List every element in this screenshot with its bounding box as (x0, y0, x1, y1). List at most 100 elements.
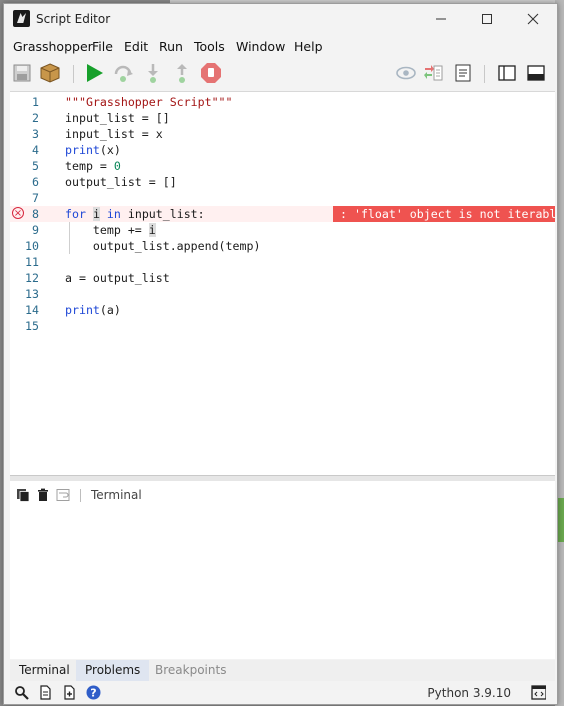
line-number: 3 (32, 127, 39, 141)
menu-grasshopper[interactable]: Grasshopper (13, 39, 93, 54)
search-icon (15, 686, 29, 700)
package-button[interactable] (38, 61, 62, 85)
code-token: output_list = [] (65, 175, 177, 189)
layout-horizontal-button[interactable] (524, 61, 548, 85)
maximize-button[interactable] (465, 8, 509, 30)
document-button[interactable] (38, 685, 53, 700)
terminal-panel: Terminal (10, 481, 555, 659)
minimize-button[interactable] (419, 8, 463, 30)
code-line[interactable]: 9 temp += i (10, 222, 555, 238)
svg-text:?: ? (90, 687, 96, 700)
step-into-button[interactable] (141, 61, 165, 85)
code-token: (a) (99, 303, 121, 317)
layout-vertical-button[interactable] (495, 61, 519, 85)
code-line[interactable]: 13 (10, 286, 555, 302)
line-number: 14 (25, 303, 39, 317)
code-text: print(x) (65, 142, 121, 158)
code-line[interactable]: 5 temp = 0 (10, 158, 555, 174)
package-icon (40, 63, 60, 83)
code-token: i (92, 207, 100, 221)
code-text: print(a) (65, 302, 121, 318)
code-line[interactable]: 1 """Grasshopper Script""" (10, 94, 555, 110)
menu-run[interactable]: Run (159, 39, 183, 54)
stop-button[interactable] (199, 61, 223, 85)
word-wrap-icon (56, 489, 70, 501)
compare-icon (424, 65, 443, 81)
code-token: in (106, 207, 121, 221)
copy-button[interactable] (16, 488, 30, 502)
compare-button[interactable] (422, 61, 446, 85)
indent-guide (69, 222, 70, 254)
code-line[interactable]: 2 input_list = [] (10, 110, 555, 126)
script-editor-window: Script Editor Grasshopper File Edit Run … (3, 3, 558, 705)
menu-bar: Grasshopper File Edit Run Tools Window H… (4, 35, 557, 57)
close-button[interactable] (511, 8, 555, 30)
code-line[interactable]: 15 (10, 318, 555, 334)
code-token: input_list = [] (65, 111, 170, 125)
code-editor[interactable]: 1 """Grasshopper Script""" 2 input_list = [… (10, 91, 555, 476)
menu-edit[interactable]: Edit (124, 39, 148, 54)
watch-button[interactable] (394, 61, 418, 85)
code-token: (x) (99, 143, 121, 157)
step-over-button[interactable] (111, 61, 135, 85)
code-text: output_list.append(temp) (65, 238, 261, 254)
python-version[interactable]: Python 3.9.10 (427, 686, 511, 700)
step-out-button[interactable] (170, 61, 194, 85)
code-token: print (65, 143, 100, 157)
code-token: a = output_list (65, 271, 170, 285)
menu-help[interactable]: Help (294, 39, 323, 54)
code-token: i (148, 223, 156, 237)
save-icon (13, 64, 31, 82)
menu-tools[interactable]: Tools (194, 39, 225, 54)
tab-breakpoints[interactable]: Breakpoints (146, 660, 235, 681)
code-token: 0 (113, 159, 121, 173)
line-number: 4 (32, 143, 39, 157)
code-text: """Grasshopper Script""" (65, 94, 233, 110)
clear-button[interactable] (36, 488, 50, 502)
document-icon (40, 685, 51, 700)
toolbar-separator (73, 65, 74, 83)
line-number: 7 (32, 191, 39, 205)
code-token: temp += (65, 223, 149, 237)
save-button[interactable] (10, 61, 34, 85)
line-number: 6 (32, 175, 39, 189)
run-button[interactable] (82, 61, 106, 85)
code-line[interactable]: 4 print(x) (10, 142, 555, 158)
tab-terminal[interactable]: Terminal (10, 660, 79, 681)
line-number: 2 (32, 111, 39, 125)
step-out-icon (177, 64, 187, 83)
code-line[interactable]: × 8 for i in input_list:: 'float' object i… (10, 206, 555, 222)
line-number: 11 (25, 255, 39, 269)
minimize-icon (436, 18, 446, 20)
code-line[interactable]: 6 output_list = [] (10, 174, 555, 190)
new-document-icon (64, 685, 75, 700)
trash-icon (38, 488, 48, 501)
menu-window[interactable]: Window (236, 39, 285, 54)
layout-vertical-icon (498, 65, 516, 81)
tab-problems[interactable]: Problems (76, 660, 150, 681)
line-number: 5 (32, 159, 39, 173)
code-line[interactable]: 3 input_list = x (10, 126, 555, 142)
code-view-button[interactable] (531, 685, 546, 700)
code-line[interactable]: 11 (10, 254, 555, 270)
new-document-button[interactable] (62, 685, 77, 700)
code-line[interactable]: 10 output_list.append(temp) (10, 238, 555, 254)
code-text: input_list = [] (65, 110, 170, 126)
notes-button[interactable] (451, 61, 475, 85)
window-title: Script Editor (36, 12, 111, 26)
code-line[interactable]: 12 a = output_list (10, 270, 555, 286)
search-button[interactable] (14, 685, 29, 700)
code-line[interactable]: 7 (10, 190, 555, 206)
code-text: output_list = [] (65, 174, 177, 190)
panel-toolbar: Terminal (16, 487, 142, 503)
menu-file[interactable]: File (92, 39, 113, 54)
maximize-icon (482, 14, 492, 24)
code-line[interactable]: 14 print(a) (10, 302, 555, 318)
word-wrap-button[interactable] (56, 488, 70, 502)
code-text: for i in input_list: (65, 206, 205, 222)
close-icon (527, 13, 539, 25)
watch-eye-icon (396, 66, 416, 80)
help-button[interactable]: ? (86, 685, 101, 700)
line-number: 1 (32, 95, 39, 109)
